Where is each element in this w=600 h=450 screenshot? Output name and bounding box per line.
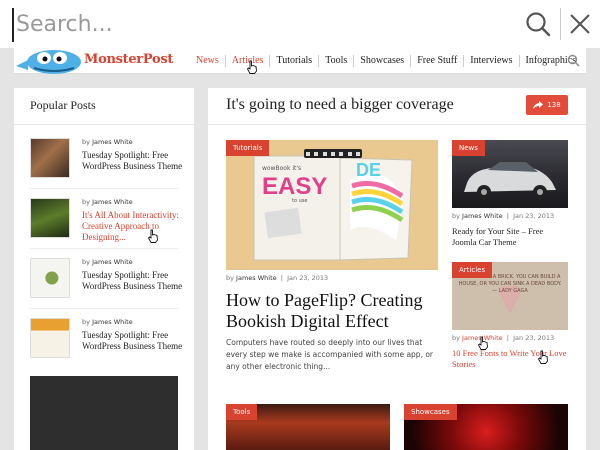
post-author: by James White xyxy=(82,318,133,326)
logo-text: MonsterPost xyxy=(84,52,174,67)
list-item[interactable]: by James White Tuesday Spotlight: Free W… xyxy=(30,138,182,194)
nav-item-interviews[interactable]: Interviews xyxy=(463,55,518,67)
list-item[interactable]: by James White Tuesday Spotlight: Free W… xyxy=(30,318,182,374)
svg-text:DE: DE xyxy=(356,160,381,180)
article-image[interactable]: Tools xyxy=(226,404,390,450)
nav-item-news[interactable]: News xyxy=(190,55,225,67)
feature-excerpt: Computers have routed so deeply into our… xyxy=(226,338,434,371)
article-title[interactable]: Ready for Your Site – Free Joomla Car Th… xyxy=(452,226,568,248)
ad-banner[interactable] xyxy=(30,376,178,450)
logo[interactable]: MonsterPost xyxy=(14,48,184,74)
share-button[interactable]: 138 xyxy=(526,95,568,115)
post-thumbnail[interactable] xyxy=(30,258,70,298)
hand-cursor-icon xyxy=(537,350,548,364)
main-content: It's going to need a bigger coverage 138… xyxy=(208,88,586,450)
popular-posts-sidebar: Popular Posts by James White Tuesday Spo… xyxy=(14,88,194,450)
article-title[interactable]: 10 Free Fonts to Write Your Love Stories xyxy=(452,348,568,370)
hand-cursor-icon xyxy=(147,229,158,243)
search-icon[interactable] xyxy=(567,54,580,67)
divider xyxy=(30,248,178,249)
nav-item-tools[interactable]: Tools xyxy=(318,55,353,67)
text-caret xyxy=(12,8,14,42)
divider xyxy=(30,308,178,309)
search-overlay xyxy=(0,0,600,48)
category-tag[interactable]: Tools xyxy=(226,404,258,420)
hand-cursor-icon xyxy=(477,336,488,350)
category-tag[interactable]: News xyxy=(452,140,485,156)
sidebar-title: Popular Posts xyxy=(30,98,96,112)
post-title[interactable]: Tuesday Spotlight: Free WordPress Busine… xyxy=(82,150,198,172)
post-thumbnail[interactable] xyxy=(30,138,70,178)
post-author: by James White xyxy=(82,258,133,266)
post-title[interactable]: It's All About Interactivity: Creative A… xyxy=(82,210,198,243)
post-thumbnail[interactable] xyxy=(30,318,70,358)
monster-mascot-icon xyxy=(16,50,81,74)
pageflip-toolbar[interactable] xyxy=(304,149,362,158)
list-item[interactable]: by James White It's All About Interactiv… xyxy=(30,198,180,254)
feature-meta: by James White | Jan 23, 2013 xyxy=(226,274,329,282)
category-tag[interactable]: Showcases xyxy=(404,404,457,420)
close-icon[interactable] xyxy=(566,10,594,38)
article-image[interactable]: LOVE IS LIKE A BRICK. YOU CAN BUILD A HO… xyxy=(452,262,568,330)
category-tag[interactable]: Tutorials xyxy=(226,140,270,156)
list-item[interactable]: by James White Tuesday Spotlight: Free W… xyxy=(30,258,182,314)
nav-item-tutorials[interactable]: Tutorials xyxy=(269,55,318,67)
post-author: by James White xyxy=(82,138,133,146)
nav-item-showcases[interactable]: Showcases xyxy=(353,55,410,67)
divider xyxy=(208,124,586,125)
share-arrow-icon xyxy=(533,101,544,109)
pageflip-illustration: wowBook it's EASY to use DE xyxy=(226,140,438,270)
svg-text:EASY: EASY xyxy=(262,173,327,200)
svg-text:wowBook it's: wowBook it's xyxy=(262,165,301,172)
article-image[interactable]: Showcases xyxy=(404,404,568,450)
svg-text:to use: to use xyxy=(292,198,307,204)
divider xyxy=(30,188,178,189)
category-tag[interactable]: Articles xyxy=(452,262,493,278)
feature-image[interactable]: wowBook it's EASY to use DE Tutorials xyxy=(226,140,438,270)
article-image[interactable]: News xyxy=(452,140,568,208)
post-title[interactable]: Tuesday Spotlight: Free WordPress Busine… xyxy=(82,270,198,292)
search-icon[interactable] xyxy=(524,10,552,38)
article-meta: by James White | Jan 23, 2013 xyxy=(452,212,555,220)
post-author: by James White xyxy=(82,198,133,206)
search-input[interactable] xyxy=(16,7,496,41)
page-title: It's going to need a bigger coverage xyxy=(226,96,454,113)
feature-title[interactable]: How to PageFlip? Creating Bookish Digita… xyxy=(226,290,442,332)
post-thumbnail[interactable] xyxy=(30,198,70,238)
post-title[interactable]: Tuesday Spotlight: Free WordPress Busine… xyxy=(82,330,198,352)
hand-cursor-icon xyxy=(246,60,257,74)
site-header: MonsterPost News Articles Tutorials Tool… xyxy=(14,48,586,74)
divider xyxy=(14,124,194,125)
divider xyxy=(560,8,561,40)
share-count: 138 xyxy=(547,101,561,109)
article-meta: by James White | Jan 23, 2013 xyxy=(452,334,555,342)
nav-item-free-stuff[interactable]: Free Stuff xyxy=(410,55,463,67)
